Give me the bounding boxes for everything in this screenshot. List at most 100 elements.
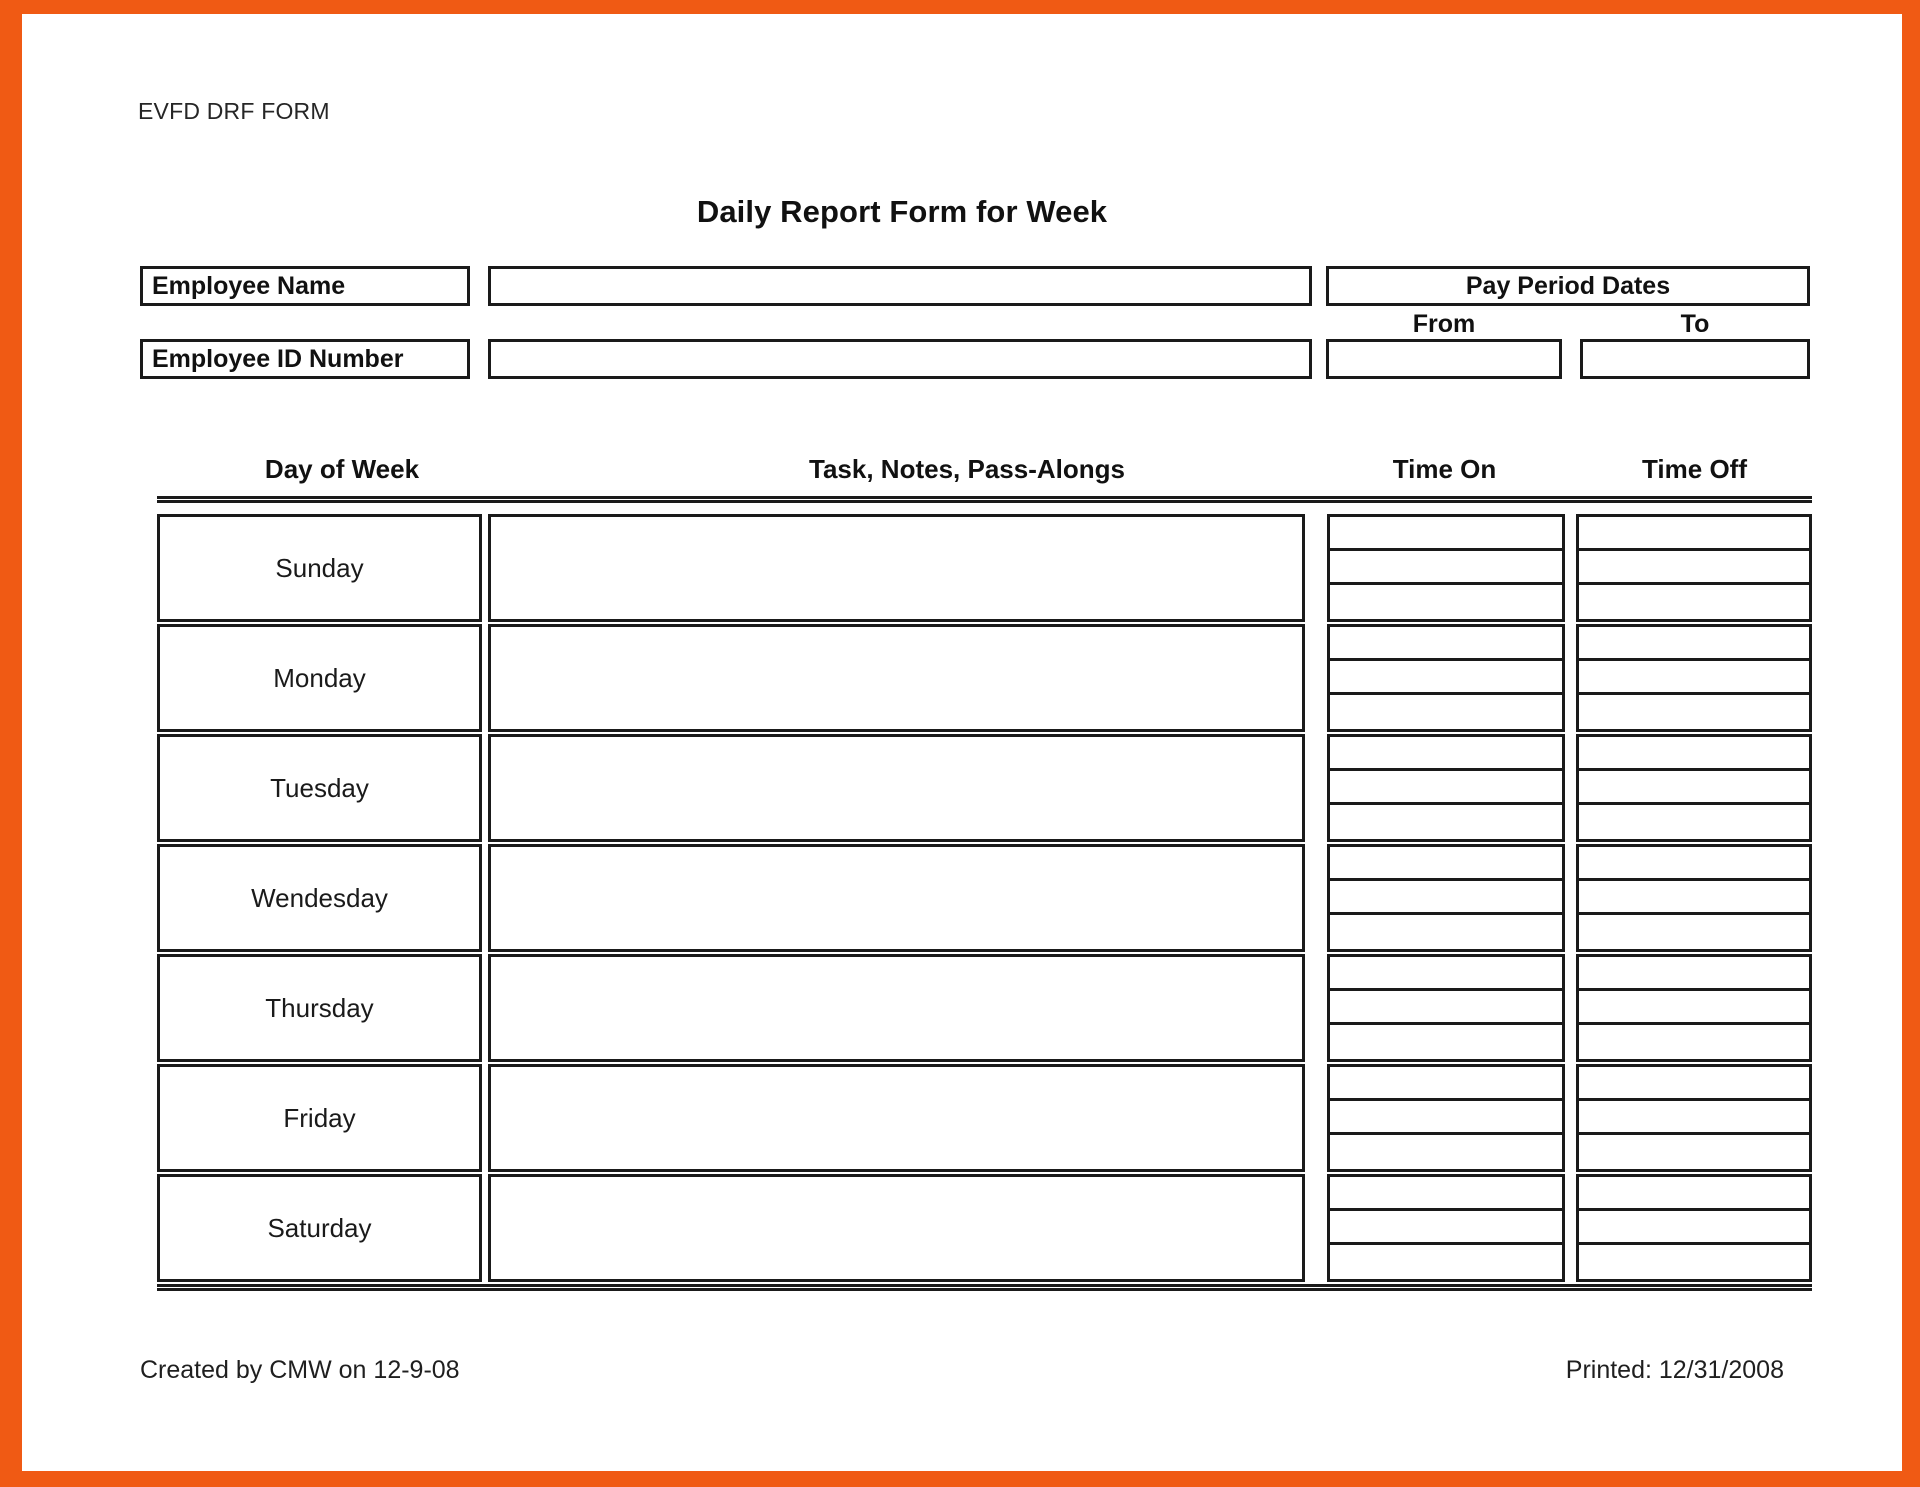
pay-period-from-input[interactable]: [1326, 339, 1562, 379]
task-notes-input[interactable]: [488, 844, 1305, 952]
time-on-cell: [1327, 514, 1565, 622]
time-off-cell: [1576, 514, 1812, 622]
time-on-cell-line[interactable]: [1330, 881, 1562, 915]
day-of-week-cell: Saturday: [157, 1174, 482, 1282]
time-off-cell-line[interactable]: [1579, 1135, 1809, 1169]
table-column-headers: Day of Week Task, Notes, Pass-Alongs Tim…: [157, 454, 1812, 492]
column-header-task-notes: Task, Notes, Pass-Alongs: [809, 454, 1125, 484]
time-on-cell-line[interactable]: [1330, 957, 1562, 991]
time-off-cell: [1576, 624, 1812, 732]
employee-id-label: Employee ID Number: [140, 339, 470, 379]
time-off-cell-line[interactable]: [1579, 1211, 1809, 1245]
task-notes-input[interactable]: [488, 1174, 1305, 1282]
day-of-week-cell: Tuesday: [157, 734, 482, 842]
time-on-cell-line[interactable]: [1330, 517, 1562, 551]
time-off-cell-line[interactable]: [1579, 551, 1809, 585]
pay-period-to-label: To: [1680, 310, 1710, 338]
time-off-cell-line[interactable]: [1579, 737, 1809, 771]
time-on-cell-line[interactable]: [1330, 847, 1562, 881]
table-bottom-rule: [157, 1284, 1812, 1291]
time-off-cell-line[interactable]: [1579, 1245, 1809, 1279]
task-notes-input[interactable]: [488, 514, 1305, 622]
time-off-cell-line[interactable]: [1579, 847, 1809, 881]
time-off-cell-line[interactable]: [1579, 585, 1809, 619]
day-of-week-cell: Wendesday: [157, 844, 482, 952]
time-off-cell: [1576, 734, 1812, 842]
time-off-cell-line[interactable]: [1579, 517, 1809, 551]
time-on-cell: [1327, 1064, 1565, 1172]
pay-period-to-input[interactable]: [1580, 339, 1810, 379]
employee-id-input[interactable]: [488, 339, 1312, 379]
time-off-cell-line[interactable]: [1579, 881, 1809, 915]
employee-name-label: Employee Name: [140, 266, 470, 306]
column-header-time-off: Time Off: [1642, 454, 1747, 484]
time-on-cell-line[interactable]: [1330, 1177, 1562, 1211]
form-caption: EVFD DRF FORM: [138, 98, 330, 124]
scan-border: EVFD DRF FORM Daily Report Form for Week…: [0, 0, 1920, 1487]
time-on-cell-line[interactable]: [1330, 661, 1562, 695]
time-on-cell-line[interactable]: [1330, 991, 1562, 1025]
time-off-cell: [1576, 844, 1812, 952]
footer-created-text: Created by CMW on 12-9-08: [140, 1356, 460, 1384]
time-off-cell-line[interactable]: [1579, 805, 1809, 839]
time-off-cell-line[interactable]: [1579, 1177, 1809, 1211]
time-on-cell-line[interactable]: [1330, 1211, 1562, 1245]
time-off-cell-line[interactable]: [1579, 695, 1809, 729]
time-on-cell-line[interactable]: [1330, 737, 1562, 771]
time-on-cell-line[interactable]: [1330, 1135, 1562, 1169]
time-on-cell-line[interactable]: [1330, 627, 1562, 661]
time-off-cell-line[interactable]: [1579, 661, 1809, 695]
task-notes-input[interactable]: [488, 954, 1305, 1062]
time-on-cell-line[interactable]: [1330, 1245, 1562, 1279]
time-on-cell: [1327, 844, 1565, 952]
time-on-cell: [1327, 624, 1565, 732]
time-on-cell-line[interactable]: [1330, 771, 1562, 805]
time-on-cell: [1327, 954, 1565, 1062]
time-on-cell-line[interactable]: [1330, 915, 1562, 949]
table-row: Monday: [157, 624, 1812, 732]
weekly-log-table: Sunday Monday Tuesday Wendesday Thursday Frid…: [157, 514, 1812, 1284]
time-off-cell-line[interactable]: [1579, 627, 1809, 661]
pay-period-from-label: From: [1412, 310, 1476, 338]
day-of-week-cell: Monday: [157, 624, 482, 732]
time-on-cell-line[interactable]: [1330, 1025, 1562, 1059]
header-divider-rule: [157, 496, 1812, 503]
time-off-cell-line[interactable]: [1579, 1067, 1809, 1101]
time-off-cell-line[interactable]: [1579, 1101, 1809, 1135]
time-off-cell-line[interactable]: [1579, 1025, 1809, 1059]
footer-printed-text: Printed: 12/31/2008: [1565, 1356, 1784, 1384]
table-row: Friday: [157, 1064, 1812, 1172]
top-fields-region: Employee Name Employee ID Number Pay Per…: [140, 266, 1810, 386]
table-row: Wendesday: [157, 844, 1812, 952]
time-off-cell: [1576, 1064, 1812, 1172]
task-notes-input[interactable]: [488, 734, 1305, 842]
time-on-cell-line[interactable]: [1330, 695, 1562, 729]
time-off-cell-line[interactable]: [1579, 957, 1809, 991]
employee-name-input[interactable]: [488, 266, 1312, 306]
page-title: Daily Report Form for Week: [696, 194, 1108, 229]
table-row: Sunday: [157, 514, 1812, 622]
task-notes-input[interactable]: [488, 1064, 1305, 1172]
column-header-time-on: Time On: [1392, 454, 1497, 484]
time-off-cell-line[interactable]: [1579, 991, 1809, 1025]
time-on-cell-line[interactable]: [1330, 585, 1562, 619]
time-on-cell-line[interactable]: [1330, 551, 1562, 585]
time-off-cell: [1576, 954, 1812, 1062]
column-header-day-of-week: Day of Week: [264, 454, 420, 484]
time-on-cell-line[interactable]: [1330, 1067, 1562, 1101]
form-page: EVFD DRF FORM Daily Report Form for Week…: [22, 14, 1902, 1471]
table-row: Saturday: [157, 1174, 1812, 1282]
day-of-week-cell: Thursday: [157, 954, 482, 1062]
task-notes-input[interactable]: [488, 624, 1305, 732]
pay-period-heading: Pay Period Dates: [1326, 266, 1810, 306]
time-on-cell: [1327, 1174, 1565, 1282]
time-on-cell-line[interactable]: [1330, 805, 1562, 839]
time-off-cell-line[interactable]: [1579, 771, 1809, 805]
table-row: Tuesday: [157, 734, 1812, 842]
time-on-cell-line[interactable]: [1330, 1101, 1562, 1135]
day-of-week-cell: Sunday: [157, 514, 482, 622]
table-row: Thursday: [157, 954, 1812, 1062]
day-of-week-cell: Friday: [157, 1064, 482, 1172]
time-off-cell: [1576, 1174, 1812, 1282]
time-off-cell-line[interactable]: [1579, 915, 1809, 949]
